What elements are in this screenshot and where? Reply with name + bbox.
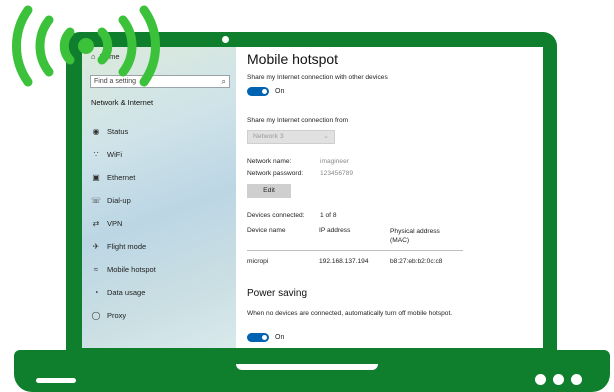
home-link[interactable]: ⌂ Home <box>91 52 120 61</box>
table-cell-ip: 192.168.137.194 <box>319 258 369 265</box>
indicator-light <box>571 374 582 385</box>
share-connection-toggle[interactable] <box>247 87 269 96</box>
status-icon: ◉ <box>92 127 100 136</box>
share-toggle-state: On <box>275 88 285 95</box>
power-saving-toggle-state: On <box>275 334 285 341</box>
wifi-icon: ∵ <box>93 150 99 159</box>
home-icon: ⌂ <box>91 52 96 61</box>
section-heading: Network & Internet <box>91 98 154 107</box>
search-icon: ⌕ <box>221 77 226 86</box>
flight-mode-icon: ✈ <box>92 242 100 251</box>
table-header-ip-address: IP address <box>319 227 351 234</box>
table-cell-device-name: micropi <box>247 258 269 265</box>
sidebar-item-wifi[interactable]: ∵ WiFi <box>91 150 122 159</box>
indicator-light <box>553 374 564 385</box>
table-header-mac: Physical address (MAC) <box>390 228 440 244</box>
network-password-label: Network password: <box>247 170 304 177</box>
devices-connected-value: 1 of 8 <box>320 212 337 219</box>
signal-arc-left-middle <box>35 15 54 77</box>
sidebar-item-proxy[interactable]: ◯ Proxy <box>91 311 127 320</box>
vpn-icon: ⇄ <box>92 219 100 228</box>
network-name-label: Network name: <box>247 158 292 165</box>
share-connection-label: Share my Internet connection with other … <box>247 74 388 81</box>
laptop-hinge <box>236 364 378 370</box>
sidebar-item-flight-mode[interactable]: ✈ Flight mode <box>91 242 147 251</box>
ethernet-icon: ▣ <box>92 173 100 182</box>
table-divider <box>247 250 463 251</box>
sidebar-item-status[interactable]: ◉ Status <box>91 127 129 136</box>
search-input[interactable]: Find a setting ⌕ <box>90 75 230 88</box>
sidebar-item-ethernet[interactable]: ▣ Ethernet <box>91 173 135 182</box>
toggle-knob <box>262 89 267 94</box>
sidebar-item-vpn[interactable]: ⇄ VPN <box>91 219 123 228</box>
settings-sidebar: ⌂ Home Find a setting ⌕ Network & Intern… <box>82 47 236 348</box>
proxy-icon: ◯ <box>91 311 101 320</box>
page-title: Mobile hotspot <box>247 51 339 67</box>
laptop-slot <box>36 378 76 383</box>
settings-window: ⌂ Home Find a setting ⌕ Network & Intern… <box>82 47 543 348</box>
laptop-base <box>14 350 610 392</box>
sidebar-item-mobile-hotspot[interactable]: ≈ Mobile hotspot <box>91 265 156 274</box>
webcam-dot <box>222 36 229 43</box>
sidebar-item-dialup[interactable]: ☏ Dial-up <box>91 196 131 205</box>
share-from-label: Share my Internet connection from <box>247 117 349 124</box>
mobile-hotspot-icon: ≈ <box>93 265 99 274</box>
signal-arc-left-outer <box>11 5 33 87</box>
hotspot-settings-pane: Mobile hotspot Share my Internet connect… <box>247 47 537 348</box>
sidebar-item-data-usage[interactable]: ◔ Data usage <box>91 288 146 297</box>
dialup-icon: ☏ <box>91 196 102 205</box>
devices-connected-label: Devices connected: <box>247 212 305 219</box>
table-cell-mac: b8:27:eb:b2:0c:c8 <box>390 258 443 265</box>
toggle-knob <box>262 335 267 340</box>
power-saving-toggle[interactable] <box>247 333 269 342</box>
chevron-down-icon: ⌄ <box>323 133 329 140</box>
data-usage-icon: ◔ <box>93 288 99 297</box>
edit-button[interactable]: Edit <box>247 184 291 198</box>
network-name-value: imagineer <box>320 158 349 165</box>
table-header-device-name: Device name <box>247 227 286 234</box>
share-from-dropdown[interactable]: Network 3 ⌄ <box>247 130 335 144</box>
indicator-light <box>535 374 546 385</box>
network-password-value: 123456789 <box>320 170 354 177</box>
power-saving-heading: Power saving <box>247 288 308 299</box>
power-saving-description: When no devices are connected, automatic… <box>247 310 453 317</box>
